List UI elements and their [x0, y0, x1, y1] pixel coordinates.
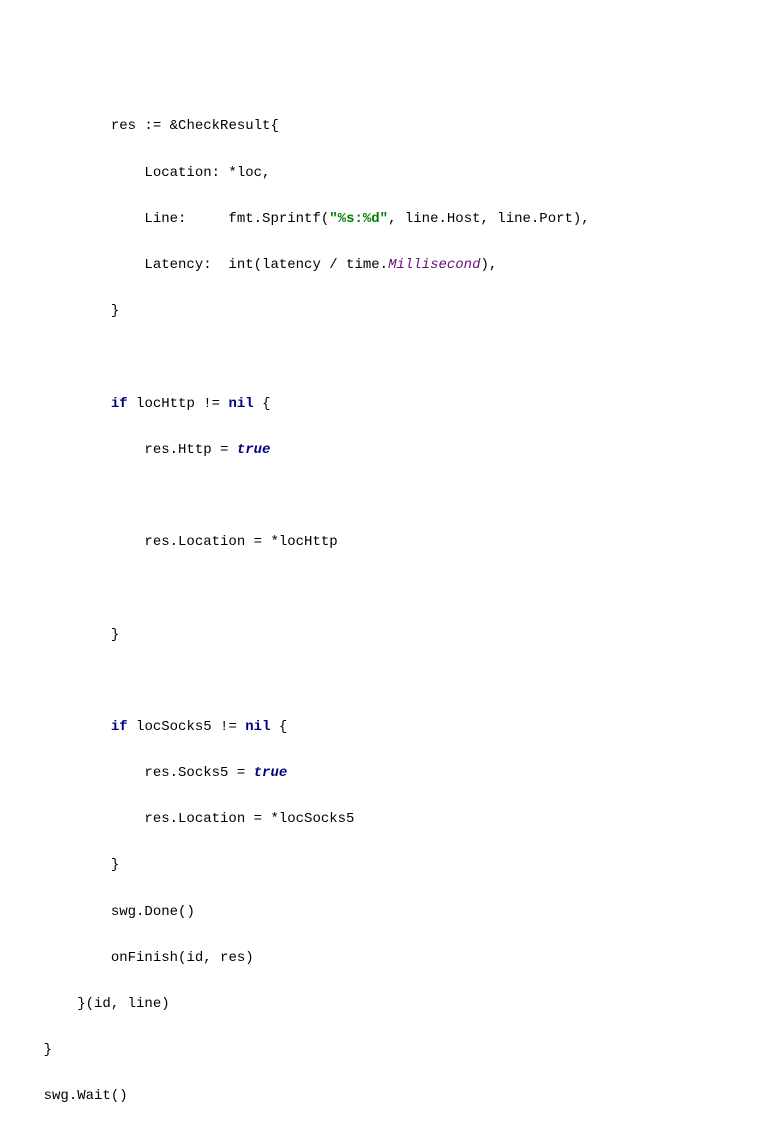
code-line: }: [10, 300, 749, 323]
keyword-if: if: [111, 396, 128, 412]
code-line: swg.Done(): [10, 901, 749, 924]
field-ref: Millisecond: [388, 257, 480, 273]
code-line: Line: fmt.Sprintf("%s:%d", line.Host, li…: [10, 208, 749, 231]
keyword-nil: nil: [228, 396, 253, 412]
code-line: res.Socks5 = true: [10, 762, 749, 785]
code-line: res := &CheckResult{: [10, 115, 749, 138]
code-editor[interactable]: res := &CheckResult{ Location: *loc, Lin…: [0, 92, 759, 1124]
code-line: }(id, line): [10, 993, 749, 1016]
code-line: Latency: int(latency / time.Millisecond)…: [10, 254, 749, 277]
code-line: [10, 670, 749, 693]
code-line: res.Location = *locHttp: [10, 531, 749, 554]
code-line: [10, 346, 749, 369]
bool-literal: true: [237, 442, 271, 458]
code-line: [10, 485, 749, 508]
code-line: res.Http = true: [10, 439, 749, 462]
code-line: if locHttp != nil {: [10, 393, 749, 416]
string-literal: "%s:%d": [329, 211, 388, 227]
code-line: onFinish(id, res): [10, 947, 749, 970]
code-line: res.Location = *locSocks5: [10, 808, 749, 831]
code-line: [10, 577, 749, 600]
code-line: }: [10, 1039, 749, 1062]
code-line: }: [10, 854, 749, 877]
keyword-if: if: [111, 719, 128, 735]
code-line: Location: *loc,: [10, 162, 749, 185]
bool-literal: true: [254, 765, 288, 781]
code-line: }: [10, 624, 749, 647]
keyword-nil: nil: [245, 719, 270, 735]
code-line: if locSocks5 != nil {: [10, 716, 749, 739]
code-line: swg.Wait(): [10, 1085, 749, 1108]
